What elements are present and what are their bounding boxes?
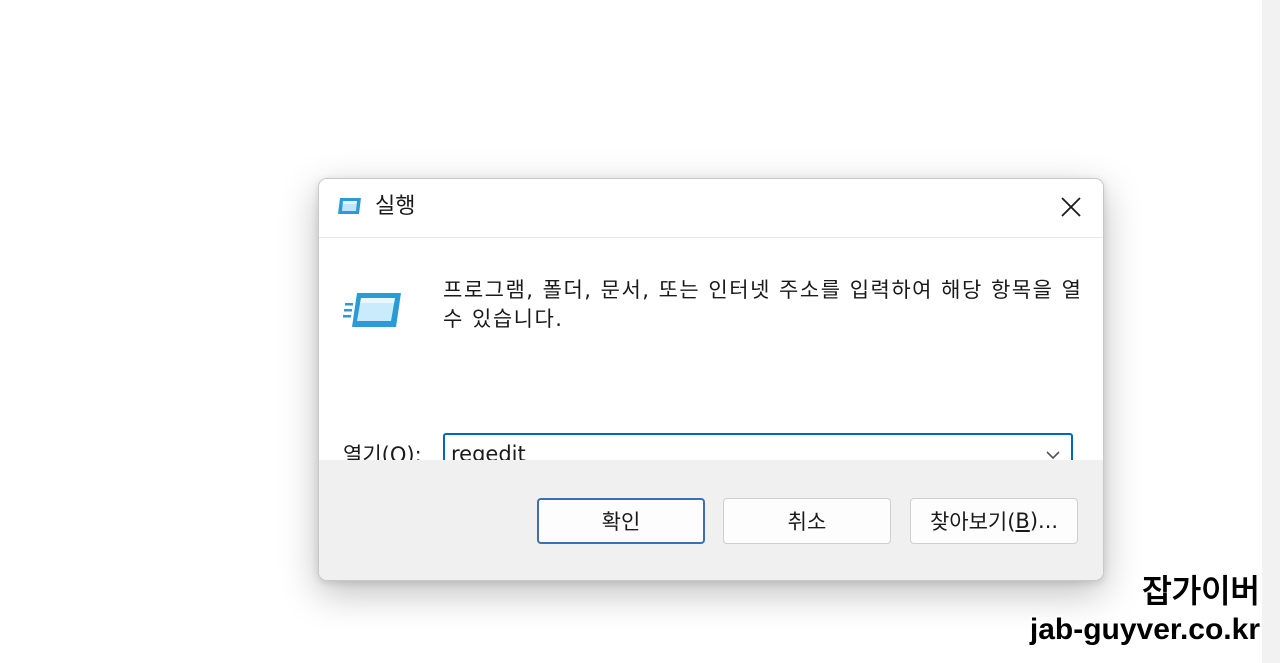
dialog-title: 실행 bbox=[375, 194, 416, 219]
watermark: 잡가이버 jab-guyver.co.kr bbox=[1030, 571, 1260, 649]
dialog-body: 프로그램, 폴더, 문서, 또는 인터넷 주소를 입력하여 해당 항목을 열 수… bbox=[319, 238, 1103, 475]
close-icon bbox=[1061, 197, 1081, 217]
browse-label-prefix: 찾아보기( bbox=[929, 510, 1016, 534]
title-bar[interactable]: 실행 bbox=[319, 179, 1103, 237]
scrollbar-track[interactable] bbox=[1262, 0, 1280, 663]
page: 실행 프로그램, 폴더, 문서, 또는 인터넷 주소를 입력하여 해당 항목을 … bbox=[0, 0, 1280, 663]
dialog-description: 프로그램, 폴더, 문서, 또는 인터넷 주소를 입력하여 해당 항목을 열 수… bbox=[443, 278, 1083, 331]
browse-label-mnemonic: B bbox=[1015, 509, 1030, 533]
ok-button[interactable]: 확인 bbox=[537, 498, 705, 544]
watermark-title: 잡가이버 bbox=[1142, 573, 1260, 609]
close-button[interactable] bbox=[1039, 179, 1103, 235]
cancel-button[interactable]: 취소 bbox=[723, 498, 891, 544]
button-bar: 확인 취소 찾아보기(B)... bbox=[319, 460, 1103, 580]
run-dialog: 실행 프로그램, 폴더, 문서, 또는 인터넷 주소를 입력하여 해당 항목을 … bbox=[318, 178, 1104, 581]
watermark-url: jab-guyver.co.kr bbox=[1029, 613, 1260, 646]
browse-button[interactable]: 찾아보기(B)... bbox=[910, 498, 1078, 544]
run-icon bbox=[343, 293, 401, 327]
browse-label-suffix: )... bbox=[1029, 509, 1059, 533]
run-icon bbox=[338, 198, 361, 214]
